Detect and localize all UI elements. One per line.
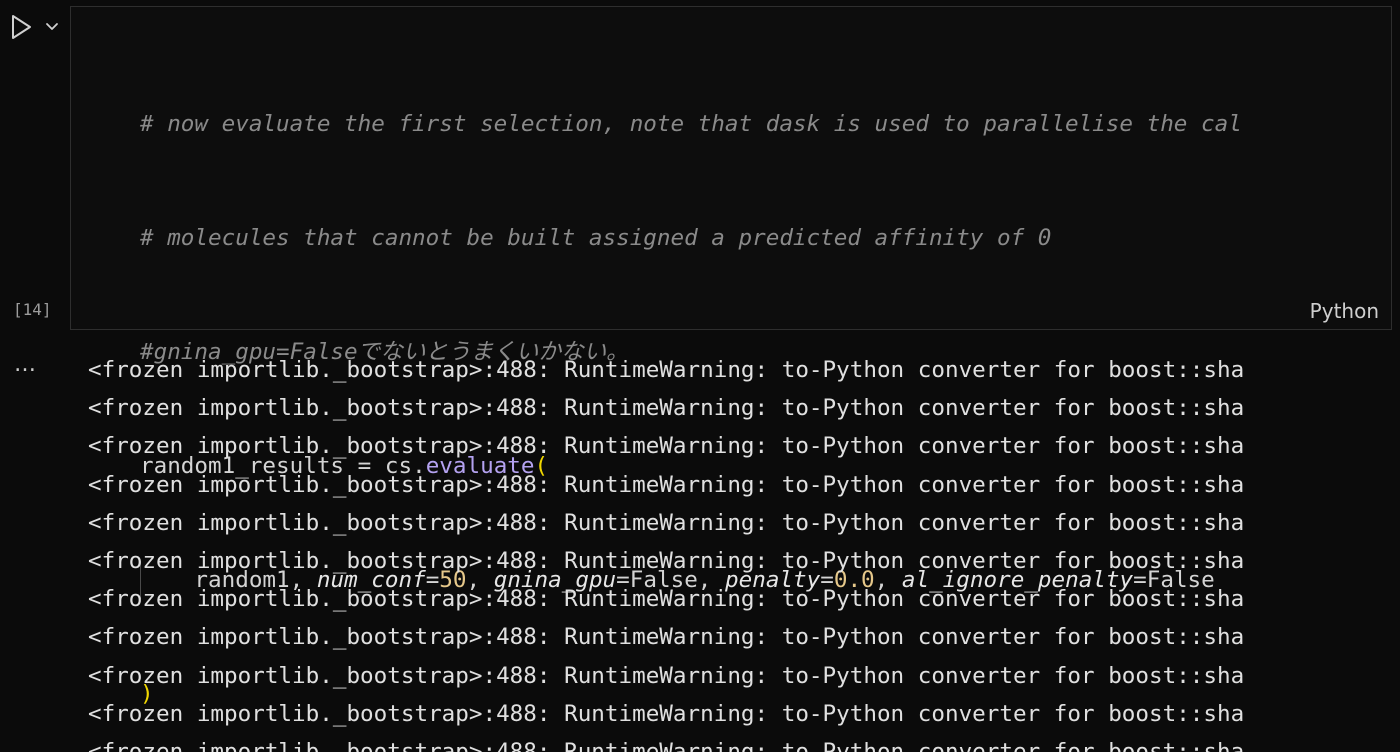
output-line: <frozen importlib._bootstrap>:488: Runti… bbox=[88, 700, 1245, 727]
output-line: <frozen importlib._bootstrap>:488: Runti… bbox=[88, 433, 1245, 460]
output-actions-button[interactable]: … bbox=[14, 352, 37, 377]
output-line: <frozen importlib._bootstrap>:488: Runti… bbox=[88, 509, 1245, 536]
cell-output: <frozen importlib._bootstrap>:488: Runti… bbox=[88, 351, 1400, 752]
run-options-dropdown[interactable] bbox=[42, 16, 62, 36]
output-line: <frozen importlib._bootstrap>:488: Runti… bbox=[88, 586, 1245, 613]
execution-count: [14] bbox=[13, 300, 52, 319]
code-line-2: # molecules that cannot be built assigne… bbox=[140, 219, 1242, 257]
output-line: <frozen importlib._bootstrap>:488: Runti… bbox=[88, 547, 1245, 574]
output-line: <frozen importlib._bootstrap>:488: Runti… bbox=[88, 395, 1245, 422]
code-cell-editor[interactable]: # now evaluate the first selection, note… bbox=[70, 6, 1392, 707]
output-line: <frozen importlib._bootstrap>:488: Runti… bbox=[88, 662, 1245, 689]
run-cell-button[interactable] bbox=[6, 12, 36, 42]
output-line: <frozen importlib._bootstrap>:488: Runti… bbox=[88, 471, 1245, 498]
comment: # now evaluate the first selection, note… bbox=[140, 111, 1242, 137]
code-line-1: # now evaluate the first selection, note… bbox=[140, 105, 1242, 143]
output-line: <frozen importlib._bootstrap>:488: Runti… bbox=[88, 738, 1245, 752]
run-icon bbox=[12, 15, 31, 39]
language-selector[interactable]: Python bbox=[1310, 299, 1379, 323]
output-line: <frozen importlib._bootstrap>:488: Runti… bbox=[88, 357, 1245, 383]
comment: # molecules that cannot be built assigne… bbox=[140, 225, 1052, 251]
output-line: <frozen importlib._bootstrap>:488: Runti… bbox=[88, 624, 1245, 651]
chevron-down-icon bbox=[46, 23, 58, 30]
